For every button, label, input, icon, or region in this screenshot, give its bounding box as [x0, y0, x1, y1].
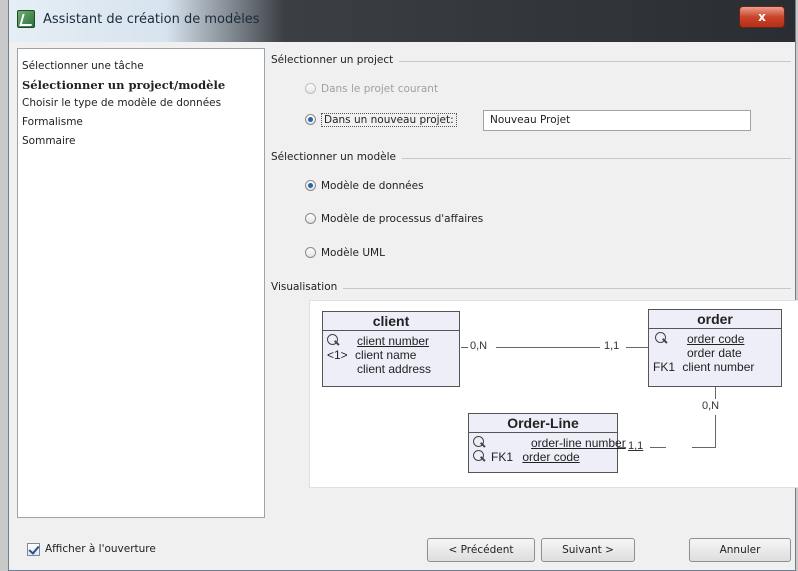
sidebar-item-choose-data-model-type[interactable]: Choisir le type de modèle de données — [22, 96, 260, 111]
relation-line — [650, 447, 666, 448]
key-icon — [655, 332, 666, 343]
radio-data-model-label: Modèle de données — [321, 180, 424, 192]
cancel-button[interactable]: Annuler — [689, 538, 791, 562]
radio-current-project[interactable]: Dans le projet courant — [305, 80, 438, 98]
app-icon — [17, 10, 35, 28]
entity-order: order order code order date FK1 client n… — [648, 309, 782, 387]
title-bar[interactable]: Assistant de création de modèles x — [9, 0, 795, 42]
entity-client-attr: <1> client name — [323, 348, 459, 362]
cardinality-label: 0,N — [470, 340, 488, 352]
window-title: Assistant de création de modèles — [43, 12, 260, 27]
radio-current-project-indicator[interactable] — [305, 82, 316, 94]
entity-order-line: Order-Line order-line number FK1 order c… — [468, 413, 626, 473]
entity-order-attr-label: order code — [687, 332, 745, 346]
entity-order-attr: order date — [649, 346, 781, 360]
entity-order-name: order — [649, 310, 781, 329]
relation-line — [496, 347, 600, 348]
model-group-title: Sélectionner un modèle — [271, 151, 402, 163]
next-button[interactable]: Suivant > — [541, 538, 635, 562]
radio-data-model[interactable]: Modèle de données — [305, 177, 424, 195]
entity-order-line-attr-prefix: FK1 — [491, 450, 514, 464]
entity-client-attr-label: client number — [357, 334, 430, 348]
entity-order-line-attr: order-line number — [469, 436, 626, 450]
relation-line — [715, 415, 716, 447]
relation-line — [715, 387, 716, 399]
sidebar-item-select-task[interactable]: Sélectionner une tâche — [22, 58, 260, 74]
show-on-open-label[interactable]: Afficher à l'ouverture — [45, 543, 156, 555]
cardinality-label: 0,N — [702, 400, 720, 412]
radio-business-process-model[interactable]: Modèle de processus d'affaires — [305, 210, 483, 228]
close-button[interactable]: x — [739, 6, 785, 28]
sidebar-item-summary[interactable]: Sommaire — [22, 133, 260, 149]
entity-order-attr: order code — [649, 332, 781, 346]
entity-order-attr-prefix: FK1 — [653, 360, 676, 374]
radio-uml-model[interactable]: Modèle UML — [305, 244, 385, 262]
entity-client-name: client — [323, 312, 459, 331]
show-on-open-checkbox[interactable] — [27, 543, 40, 556]
entity-client: client client number <1> client name cli… — [322, 311, 460, 387]
radio-data-model-indicator[interactable] — [305, 179, 316, 191]
cardinality-label: 1,1 — [628, 440, 644, 452]
relation-line — [618, 447, 626, 448]
entity-order-attr-label: client number — [682, 360, 755, 374]
radio-new-project-label: Dans un nouveau projet: — [321, 113, 457, 127]
sidebar-item-formalism[interactable]: Formalisme — [22, 114, 260, 130]
entity-client-attr-label: client name — [355, 348, 417, 362]
relation-line — [692, 447, 716, 448]
entity-order-line-name: Order-Line — [469, 414, 617, 433]
radio-new-project[interactable]: Dans un nouveau projet: — [305, 111, 457, 129]
key-icon — [473, 436, 484, 447]
new-project-name-input[interactable]: Nouveau Projet — [483, 110, 751, 131]
previous-button[interactable]: < Précédent — [427, 538, 535, 562]
entity-order-attr-label: order date — [687, 346, 742, 360]
relation-line — [626, 347, 648, 348]
radio-business-process-model-indicator[interactable] — [305, 212, 316, 224]
steps-sidebar: Sélectionner une tâche Sélectionner un p… — [17, 48, 265, 518]
wizard-window: Assistant de création de modèles x Sélec… — [8, 0, 798, 571]
radio-current-project-label: Dans le projet courant — [321, 83, 439, 95]
visualisation-group-title: Visualisation — [271, 281, 344, 293]
radio-uml-model-label: Modèle UML — [321, 247, 385, 259]
entity-order-attr: FK1 client number — [649, 360, 781, 374]
radio-uml-model-indicator[interactable] — [305, 246, 316, 258]
project-group-title: Sélectionner un project — [271, 54, 400, 66]
entity-client-attr: client number — [323, 334, 459, 348]
key-icon — [327, 334, 338, 345]
cardinality-label: 1,1 — [604, 340, 620, 352]
entity-order-line-attr-label: order code — [522, 450, 580, 464]
entity-order-line-attr: FK1 order code — [469, 450, 617, 464]
visualisation-group-divider — [271, 288, 791, 289]
entity-client-attr-label: client address — [357, 362, 432, 376]
entity-order-line-attr-label: order-line number — [531, 436, 626, 450]
relation-line — [461, 347, 468, 348]
radio-new-project-indicator[interactable] — [305, 113, 316, 125]
entity-client-attr-prefix: <1> — [327, 348, 348, 362]
sidebar-item-select-project-model[interactable]: Sélectionner un project/modèle — [22, 77, 260, 93]
entity-client-attr: client address — [323, 362, 459, 376]
key-icon — [473, 450, 484, 461]
radio-business-process-model-label: Modèle de processus d'affaires — [321, 213, 484, 225]
model-preview: client client number <1> client name cli… — [309, 300, 798, 488]
